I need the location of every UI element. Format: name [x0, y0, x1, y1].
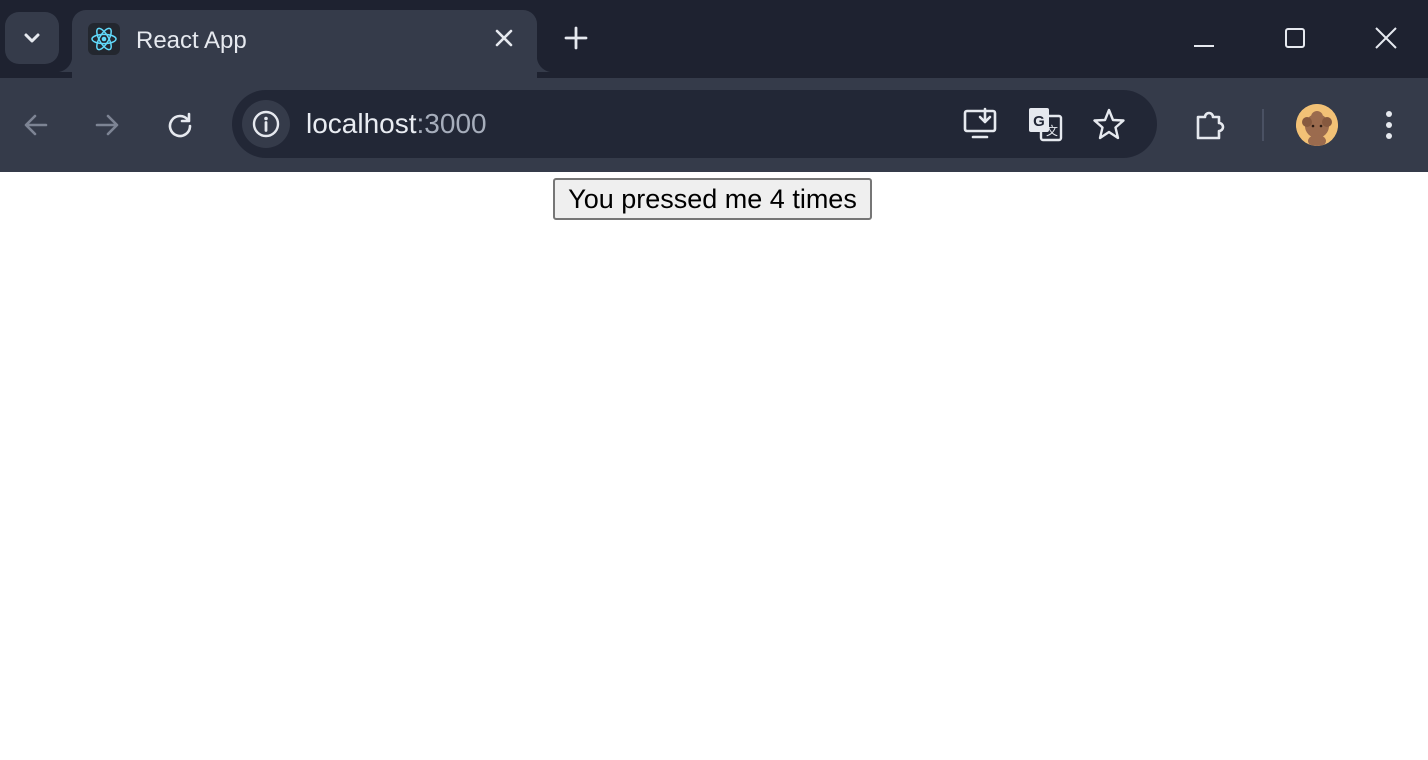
tab-close-button[interactable] [490, 24, 518, 52]
minimize-icon [1194, 45, 1214, 47]
kebab-menu-icon [1386, 111, 1392, 139]
install-app-button[interactable] [961, 104, 1001, 144]
maximize-icon [1285, 28, 1305, 48]
forward-arrow-icon [95, 114, 119, 136]
page-content: You pressed me 4 times [0, 172, 1428, 760]
tab-search-button[interactable] [5, 12, 59, 64]
close-window-button[interactable] [1366, 18, 1406, 58]
info-icon [252, 110, 280, 138]
site-info-button[interactable] [242, 100, 290, 148]
bookmark-button[interactable] [1089, 104, 1129, 144]
url-text[interactable]: localhost:3000 [306, 108, 487, 140]
close-icon [1375, 27, 1397, 49]
new-tab-button[interactable] [560, 22, 592, 54]
react-logo-icon [88, 23, 120, 55]
press-counter-button[interactable]: You pressed me 4 times [553, 178, 872, 220]
profile-avatar-icon [1296, 104, 1338, 146]
minimize-button[interactable] [1184, 18, 1224, 58]
puzzle-icon [1196, 111, 1225, 140]
address-bar[interactable]: localhost:3000 G 文 [232, 90, 1157, 158]
chevron-down-icon [24, 33, 40, 43]
tab-strip: React App [0, 0, 1428, 80]
svg-text:文: 文 [1046, 123, 1058, 138]
svg-text:G: G [1033, 113, 1045, 130]
maximize-button[interactable] [1275, 18, 1315, 58]
reload-button[interactable] [158, 103, 202, 147]
plus-icon [564, 26, 588, 50]
reload-icon [168, 112, 192, 138]
tab-title: React App [136, 27, 247, 54]
tab-active[interactable]: React App [56, 10, 553, 80]
url-port: :3000 [416, 108, 487, 139]
install-app-icon [963, 107, 997, 139]
avatar[interactable] [1296, 104, 1338, 146]
forward-button[interactable] [85, 103, 129, 147]
extensions-button[interactable] [1188, 103, 1232, 147]
browser-menu-button[interactable] [1367, 103, 1411, 147]
star-icon [1093, 108, 1125, 140]
toolbar-divider [1262, 109, 1264, 141]
browser-toolbar: localhost:3000 G 文 [0, 78, 1428, 172]
translate-icon: G 文 [1029, 108, 1063, 142]
back-arrow-icon [24, 114, 48, 136]
back-button[interactable] [14, 103, 58, 147]
close-icon [495, 29, 513, 47]
url-host: localhost [306, 108, 417, 139]
translate-button[interactable]: G 文 [1025, 104, 1065, 144]
